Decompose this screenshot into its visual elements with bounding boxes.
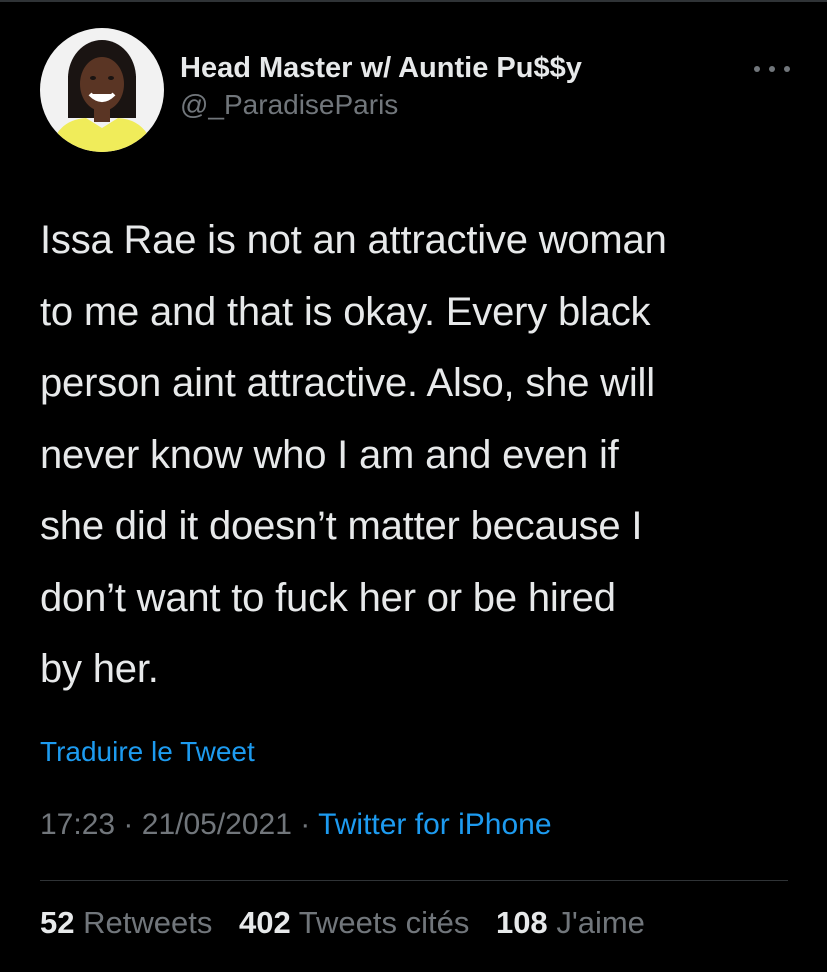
tweet-text-line: person aint attractive. Also, she will <box>40 361 655 405</box>
likes-stat[interactable]: 108 J'aime <box>496 905 645 940</box>
retweets-count: 52 <box>40 905 75 940</box>
more-dot <box>769 66 775 72</box>
avatar-image <box>40 28 164 152</box>
author-names: Head Master w/ Auntie Pu$$y @_ParadisePa… <box>180 50 582 122</box>
retweets-stat[interactable]: 52 Retweets <box>40 905 212 940</box>
quote-tweets-label: Tweets cités <box>298 905 470 940</box>
stats-divider <box>40 880 788 881</box>
tweet-text-line: to me and that is okay. Every black <box>40 289 651 334</box>
tweet-date[interactable]: 21/05/2021 <box>142 808 292 841</box>
more-dot <box>784 66 790 72</box>
meta-separator: · <box>123 808 134 841</box>
author-display-name[interactable]: Head Master w/ Auntie Pu$$y <box>180 50 582 86</box>
tweet-text-line: she did it doesn’t matter because I <box>40 504 643 548</box>
more-dot <box>754 66 760 72</box>
more-horizontal-icon[interactable] <box>754 62 790 76</box>
tweet-stats: 52 Retweets 402 Tweets cités 108 J'aime <box>40 905 663 941</box>
tweet-meta: 17:23 · 21/05/2021 · Twitter for iPhone <box>40 808 552 842</box>
tweet-source-link[interactable]: Twitter for iPhone <box>318 808 551 841</box>
likes-label: J'aime <box>556 905 645 940</box>
tweet-text-line: Issa Rae is not an attractive woman <box>40 218 667 262</box>
tweet-text-line: by her. <box>40 647 159 691</box>
quote-tweets-count: 402 <box>238 905 291 940</box>
tweet-text-line: never know who I am and even if <box>40 432 619 477</box>
tweet-text-line: don’t want to fuck her or be hired <box>40 575 616 620</box>
quote-tweets-stat[interactable]: 402 Tweets cités <box>239 905 469 940</box>
translate-tweet-link[interactable]: Traduire le Tweet <box>40 736 255 768</box>
retweets-label: Retweets <box>83 905 213 940</box>
top-divider <box>0 0 827 2</box>
tweet-time[interactable]: 17:23 <box>40 808 115 841</box>
tweet-header: Head Master w/ Auntie Pu$$y @_ParadisePa… <box>40 28 790 152</box>
avatar[interactable] <box>40 28 164 152</box>
meta-separator: · <box>300 808 311 841</box>
tweet-text: Issa Rae is not an attractive woman to m… <box>40 205 790 706</box>
author-handle[interactable]: @_ParadiseParis <box>180 88 582 122</box>
likes-count: 108 <box>495 905 548 940</box>
